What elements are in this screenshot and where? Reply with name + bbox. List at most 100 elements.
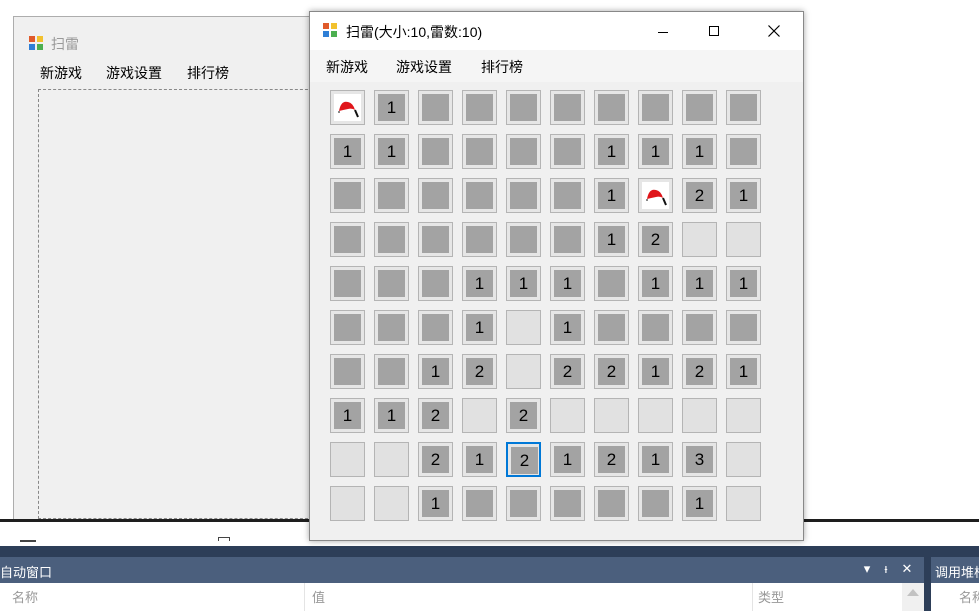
scrollbar[interactable] xyxy=(902,583,924,611)
cell-number[interactable]: 1 xyxy=(638,134,673,169)
cell-number[interactable]: 1 xyxy=(462,310,497,345)
cell-number[interactable]: 2 xyxy=(638,222,673,257)
cell-opened[interactable] xyxy=(330,442,365,477)
cell-hidden[interactable] xyxy=(418,266,453,301)
cell-opened[interactable] xyxy=(462,398,497,433)
cell-number[interactable]: 1 xyxy=(330,398,365,433)
cell-hidden[interactable] xyxy=(594,90,629,125)
cell-hidden[interactable] xyxy=(462,90,497,125)
cell-hidden[interactable] xyxy=(418,178,453,213)
cell-hidden[interactable] xyxy=(462,222,497,257)
cell-opened[interactable] xyxy=(726,398,761,433)
cell-hidden[interactable] xyxy=(506,178,541,213)
column-name[interactable]: 名称 xyxy=(12,587,38,606)
menu-settings[interactable]: 游戏设置 xyxy=(396,57,452,77)
cell-opened[interactable] xyxy=(506,310,541,345)
cell-opened[interactable] xyxy=(638,398,673,433)
cell-number[interactable]: 1 xyxy=(726,354,761,389)
cell-hidden[interactable] xyxy=(374,222,409,257)
cell-number[interactable]: 1 xyxy=(638,442,673,477)
cell-number[interactable]: 3 xyxy=(682,442,717,477)
cell-hidden[interactable] xyxy=(462,178,497,213)
cell-hidden[interactable] xyxy=(418,90,453,125)
cell-number[interactable]: 1 xyxy=(638,354,673,389)
cell-hidden[interactable] xyxy=(726,134,761,169)
maximize-icon[interactable] xyxy=(691,12,737,50)
cell-opened[interactable] xyxy=(726,486,761,521)
cell-hidden[interactable] xyxy=(682,90,717,125)
cell-hidden[interactable] xyxy=(374,178,409,213)
designer-menu-new-game[interactable]: 新游戏 xyxy=(40,63,82,83)
designer-menu-settings[interactable]: 游戏设置 xyxy=(106,63,162,83)
cell-number[interactable]: 1 xyxy=(374,398,409,433)
cell-flag[interactable] xyxy=(638,178,673,213)
cell-hidden[interactable] xyxy=(594,266,629,301)
column-value[interactable]: 值 xyxy=(312,587,325,606)
cell-hidden[interactable] xyxy=(550,134,585,169)
cell-number[interactable]: 1 xyxy=(330,134,365,169)
cell-opened[interactable] xyxy=(550,398,585,433)
cell-number[interactable]: 1 xyxy=(550,310,585,345)
cell-number[interactable]: 1 xyxy=(550,442,585,477)
dropdown-icon[interactable]: ▾ xyxy=(860,561,874,577)
cell-number[interactable]: 2 xyxy=(506,398,541,433)
cell-number[interactable]: 1 xyxy=(418,354,453,389)
cell-hidden[interactable] xyxy=(374,266,409,301)
cell-number[interactable]: 1 xyxy=(462,442,497,477)
cell-number[interactable]: 2 xyxy=(682,178,717,213)
cell-number[interactable]: 2 xyxy=(594,354,629,389)
cell-opened[interactable] xyxy=(506,354,541,389)
column-name[interactable]: 名称 xyxy=(959,587,979,606)
cell-number[interactable]: 1 xyxy=(726,178,761,213)
cell-hidden[interactable] xyxy=(506,222,541,257)
cell-hidden[interactable] xyxy=(726,310,761,345)
cell-opened[interactable] xyxy=(330,486,365,521)
cell-number[interactable]: 1 xyxy=(594,134,629,169)
close-panel-icon[interactable]: ✕ xyxy=(900,561,914,577)
cell-hidden[interactable] xyxy=(550,178,585,213)
cell-hidden[interactable] xyxy=(638,90,673,125)
cell-hidden[interactable] xyxy=(638,486,673,521)
cell-hidden[interactable] xyxy=(506,90,541,125)
cell-hidden[interactable] xyxy=(330,354,365,389)
cell-number[interactable]: 2 xyxy=(550,354,585,389)
cell-number[interactable]: 1 xyxy=(638,266,673,301)
cell-number[interactable]: 2 xyxy=(682,354,717,389)
menu-leaderboard[interactable]: 排行榜 xyxy=(481,57,523,77)
pin-icon[interactable]: ᵻ xyxy=(879,561,893,576)
cell-hidden[interactable] xyxy=(594,310,629,345)
cell-number[interactable]: 2 xyxy=(506,442,541,477)
cell-flag[interactable] xyxy=(330,90,365,125)
cell-number[interactable]: 2 xyxy=(594,442,629,477)
cell-hidden[interactable] xyxy=(330,266,365,301)
cell-hidden[interactable] xyxy=(462,486,497,521)
cell-number[interactable]: 1 xyxy=(682,266,717,301)
cell-hidden[interactable] xyxy=(726,90,761,125)
cell-hidden[interactable] xyxy=(374,354,409,389)
cell-hidden[interactable] xyxy=(506,486,541,521)
cell-hidden[interactable] xyxy=(594,486,629,521)
cell-hidden[interactable] xyxy=(330,222,365,257)
cell-hidden[interactable] xyxy=(330,310,365,345)
cell-hidden[interactable] xyxy=(550,486,585,521)
cell-opened[interactable] xyxy=(682,222,717,257)
minimize-icon[interactable] xyxy=(640,12,686,50)
close-icon[interactable] xyxy=(750,12,796,50)
cell-opened[interactable] xyxy=(682,398,717,433)
cell-hidden[interactable] xyxy=(462,134,497,169)
cell-hidden[interactable] xyxy=(374,310,409,345)
cell-number[interactable]: 1 xyxy=(374,134,409,169)
cell-number[interactable]: 1 xyxy=(594,178,629,213)
column-type[interactable]: 类型 xyxy=(758,587,784,606)
cell-opened[interactable] xyxy=(726,222,761,257)
scroll-up-icon[interactable] xyxy=(907,589,919,596)
cell-hidden[interactable] xyxy=(418,222,453,257)
menu-new-game[interactable]: 新游戏 xyxy=(326,57,368,77)
cell-number[interactable]: 1 xyxy=(726,266,761,301)
cell-number[interactable]: 2 xyxy=(462,354,497,389)
cell-hidden[interactable] xyxy=(638,310,673,345)
column-separator[interactable] xyxy=(752,583,753,611)
cell-hidden[interactable] xyxy=(550,222,585,257)
cell-number[interactable]: 1 xyxy=(594,222,629,257)
designer-menu-leaderboard[interactable]: 排行榜 xyxy=(187,63,229,83)
